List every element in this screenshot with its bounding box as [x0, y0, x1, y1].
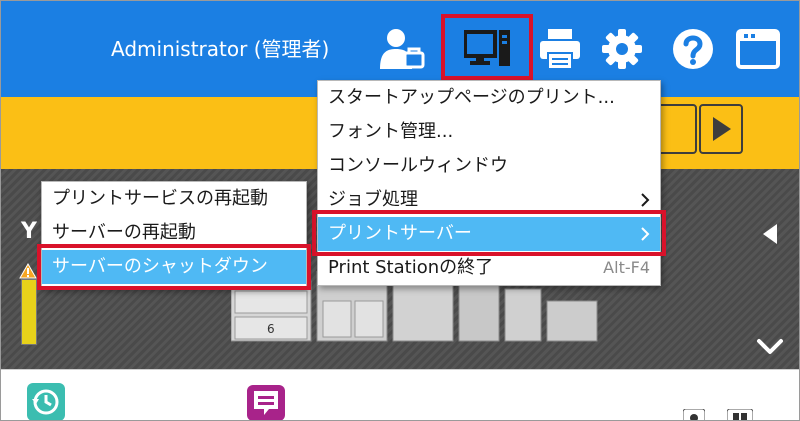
settings-small-icon[interactable]: [683, 409, 705, 421]
menu-item-print-startup-page[interactable]: スタートアップページのプリント...: [318, 81, 660, 115]
gear-icon[interactable]: [597, 21, 647, 77]
history-icon[interactable]: [27, 383, 65, 421]
play-icon: [713, 117, 731, 141]
warning-icon: [19, 263, 37, 279]
menu-item-font-management[interactable]: フォント管理...: [318, 115, 660, 149]
bottom-panel: [1, 369, 799, 420]
print-server-submenu: プリントサービスの再起動 サーバーの再起動 サーバーのシャットダウン: [41, 181, 307, 289]
menu-item-restart-server[interactable]: サーバーの再起動: [42, 216, 306, 250]
user-name-label: Administrator (管理者): [111, 37, 330, 61]
app-window: Administrator (管理者) Y 6 スタートアップページのプリント.…: [0, 0, 800, 421]
menu-item-job-processing[interactable]: ジョブ処理: [318, 183, 660, 217]
menu-item-shutdown-server[interactable]: サーバーのシャットダウン: [42, 250, 306, 284]
chevron-down-icon[interactable]: [756, 337, 784, 357]
printer-icon[interactable]: [535, 21, 585, 77]
console-dropdown-menu: スタートアップページのプリント... フォント管理... コンソールウィンドウ …: [317, 80, 661, 286]
grid-view-icon[interactable]: [727, 409, 753, 421]
toner-level-bar: [21, 279, 37, 345]
menu-item-print-server[interactable]: プリントサーバー: [318, 217, 660, 251]
help-icon[interactable]: [669, 21, 717, 77]
arrow-left-icon[interactable]: [761, 223, 781, 245]
console-icon-highlight: [441, 14, 533, 80]
menu-item-exit-print-station[interactable]: Print Stationの終了 Alt-F4: [318, 251, 660, 285]
submenu-arrow-icon: [641, 193, 650, 207]
message-icon[interactable]: [247, 385, 285, 421]
menu-item-console-window[interactable]: コンソールウィンドウ: [318, 149, 660, 183]
submenu-arrow-icon: [641, 227, 650, 241]
toner-label: Y: [21, 219, 37, 244]
shortcut-label: Alt-F4: [603, 258, 650, 277]
app-window-icon[interactable]: [731, 21, 785, 77]
menu-item-restart-print-service[interactable]: プリントサービスの再起動: [42, 182, 306, 216]
user-admin-icon[interactable]: [375, 21, 429, 77]
play-button[interactable]: [699, 104, 743, 154]
tray-number: 6: [267, 322, 275, 336]
